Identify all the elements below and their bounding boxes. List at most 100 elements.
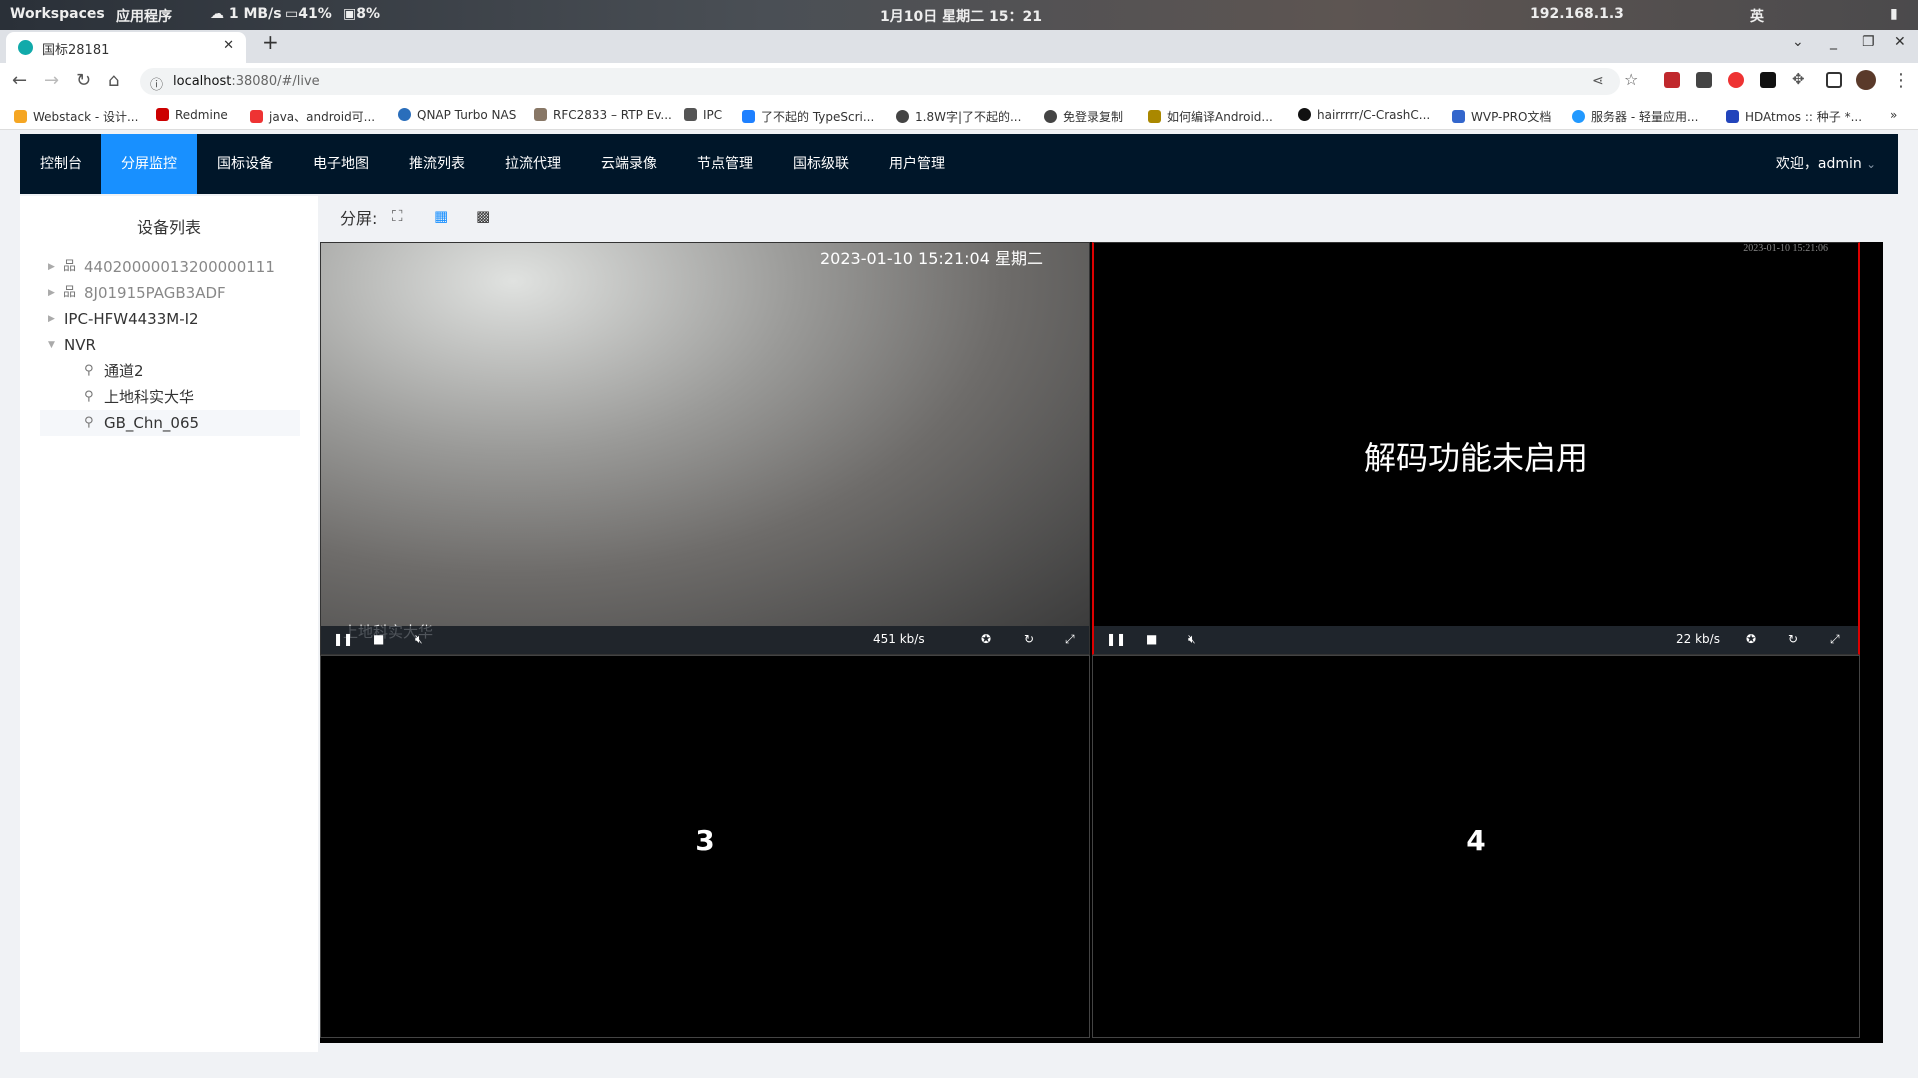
extension-icon[interactable] [1760, 72, 1776, 88]
tree-node-device[interactable]: ▶ 品 8J01915PAGB3ADF [40, 280, 300, 306]
bookmark[interactable]: Webstack - 设计... [14, 108, 138, 125]
bookmark[interactable]: 1.8W字|了不起的... [896, 108, 1021, 125]
slot-number: 4 [1466, 824, 1486, 857]
caret-right-icon[interactable]: ▶ [48, 280, 55, 306]
battery-icon: ▮ [1890, 6, 1898, 22]
new-tab-button[interactable]: + [262, 30, 279, 54]
puzzle-icon[interactable]: ✥ [1792, 70, 1805, 88]
extension-icon[interactable] [1696, 72, 1712, 88]
more-bookmarks-button[interactable]: » [1890, 108, 1897, 122]
bookmark[interactable]: hairrrrr/C-CrashC... [1298, 108, 1430, 122]
menu-icon[interactable]: ⋮ [1892, 70, 1910, 91]
bookmark[interactable]: java、android可... [250, 108, 375, 125]
site-info-icon[interactable]: ⓘ [150, 74, 163, 93]
nav-node-manage[interactable]: 节点管理 [677, 134, 773, 194]
bookmark[interactable]: 了不起的 TypeScri... [742, 108, 874, 125]
minimize-button[interactable]: _ [1830, 34, 1837, 50]
video-grid: 2023-01-10 15:21:04 星期二 上地科实大华 ❚❚ ■ 🔇︎ 4… [320, 242, 1883, 1043]
mute-icon[interactable]: 🔇︎ [415, 632, 423, 647]
bitrate: 451 kb/s [873, 632, 925, 646]
back-icon[interactable]: ← [12, 70, 27, 91]
stop-icon[interactable]: ■ [1146, 632, 1157, 646]
nav-console[interactable]: 控制台 [20, 134, 102, 194]
nav-map[interactable]: 电子地图 [293, 134, 389, 194]
reload-icon[interactable]: ↻ [76, 70, 91, 91]
player-2[interactable]: 2023-01-10 15:21:06 解码功能未启用 ❚❚ ■ 🔇︎ 22 k… [1092, 242, 1860, 655]
pause-icon[interactable]: ❚❚ [1106, 632, 1126, 646]
player-4[interactable]: 4 [1092, 655, 1860, 1038]
cpu-usage: ▭41% [285, 6, 332, 22]
nav-user-manage[interactable]: 用户管理 [869, 134, 965, 194]
home-icon[interactable]: ⌂ [108, 70, 119, 91]
camera-icon: ⚲ [84, 363, 94, 378]
bookmark-folder[interactable]: IPC [684, 108, 722, 122]
player-3[interactable]: 3 [320, 655, 1090, 1038]
tree-node-channel[interactable]: ⚲ 上地科实大华 [40, 384, 300, 410]
bookmark[interactable]: QNAP Turbo NAS [398, 108, 516, 122]
refresh-icon[interactable]: ↻ [1024, 632, 1034, 646]
browser-tab[interactable]: 国标28181 ✕ [6, 32, 246, 63]
screenshot-icon[interactable]: ✪ [981, 632, 991, 646]
address-toolbar: ← → ↻ ⌂ ⓘ localhost:38080/#/live ⋖ ☆ ✥ ⋮ [0, 63, 1918, 100]
bookmark[interactable]: WVP-PRO文档 [1452, 108, 1551, 125]
camera-icon: ⚲ [84, 389, 94, 404]
bookmark[interactable]: Redmine [156, 108, 228, 122]
fullscreen-icon[interactable]: ⤢ [1830, 632, 1840, 647]
mute-icon[interactable]: 🔇︎ [1188, 632, 1196, 647]
bookmark[interactable]: HDAtmos :: 种子 *... [1726, 108, 1862, 125]
nav-push-list[interactable]: 推流列表 [389, 134, 485, 194]
tree-node-channel[interactable]: ⚲ GB_Chn_065 [40, 410, 300, 436]
caret-right-icon[interactable]: ▶ [48, 306, 55, 332]
split-9-icon[interactable]: ▩ [476, 207, 490, 225]
tab-search-icon[interactable]: ⌄ [1792, 34, 1804, 50]
apps-menu[interactable]: 应用程序 [116, 6, 172, 26]
pause-icon[interactable]: ❚❚ [333, 632, 353, 646]
network-icon: 品 [63, 285, 77, 300]
refresh-icon[interactable]: ↻ [1788, 632, 1798, 646]
side-panel-icon[interactable] [1826, 72, 1842, 88]
share-icon[interactable]: ⋖ [1592, 73, 1604, 89]
stop-icon[interactable]: ■ [373, 632, 384, 646]
split-toolbar: 分屏: ⛶ ▦ ▩ [340, 205, 490, 229]
bookmark[interactable]: 如何编译Android... [1148, 108, 1273, 125]
tree-node-device[interactable]: ▼ NVR [40, 332, 300, 358]
split-1-icon[interactable]: ⛶ [392, 207, 403, 225]
caret-down-icon[interactable]: ▼ [48, 332, 55, 358]
tree-node-device[interactable]: ▶ IPC-HFW4433M-I2 [40, 306, 300, 332]
ip-address: 192.168.1.3 [1530, 6, 1624, 22]
bookmark[interactable]: RFC2833 – RTP Ev... [534, 108, 672, 122]
bitrate: 22 kb/s [1676, 632, 1720, 646]
nav-gb-devices[interactable]: 国标设备 [197, 134, 293, 194]
screenshot-icon[interactable]: ✪ [1746, 632, 1756, 646]
profile-avatar[interactable] [1856, 70, 1876, 90]
fullscreen-icon[interactable]: ⤢ [1065, 632, 1075, 647]
js-extension-icon[interactable] [1664, 72, 1680, 88]
nav-cloud-record[interactable]: 云端录像 [581, 134, 677, 194]
player-1[interactable]: 2023-01-10 15:21:04 星期二 上地科实大华 ❚❚ ■ 🔇︎ 4… [320, 242, 1090, 655]
slot-number: 3 [695, 824, 715, 857]
workspaces-menu[interactable]: Workspaces [10, 6, 105, 22]
url-text: localhost:38080/#/live [173, 74, 320, 89]
favicon-icon [18, 40, 33, 55]
net-speed: ☁ 1 MB/s [210, 6, 282, 22]
nav-cascade[interactable]: 国标级联 [773, 134, 869, 194]
forward-icon[interactable]: → [44, 70, 59, 91]
camera-icon: ⚲ [84, 415, 94, 430]
split-4-icon[interactable]: ▦ [434, 207, 448, 225]
ime-indicator[interactable]: 英 [1750, 6, 1764, 26]
close-window-button[interactable]: ✕ [1894, 34, 1906, 50]
bookmark[interactable]: 服务器 - 轻量应用... [1572, 108, 1698, 125]
caret-right-icon[interactable]: ▶ [48, 254, 55, 280]
restore-button[interactable]: ❐ [1862, 34, 1875, 50]
tab-title: 国标28181 [42, 43, 110, 58]
tree-node-device[interactable]: ▶ 品 44020000013200000111 [40, 254, 300, 280]
nav-pull-proxy[interactable]: 拉流代理 [485, 134, 581, 194]
bookmark[interactable]: 免登录复制 [1044, 108, 1123, 125]
tree-node-channel[interactable]: ⚲ 通道2 [40, 358, 300, 384]
bookmark-star-icon[interactable]: ☆ [1624, 70, 1638, 89]
nav-split-monitor[interactable]: 分屏监控 [101, 134, 197, 194]
url-input[interactable]: ⓘ localhost:38080/#/live [140, 68, 1620, 95]
blocker-extension-icon[interactable] [1728, 72, 1744, 88]
user-menu[interactable]: 欢迎，admin ⌄ [1776, 134, 1876, 194]
close-tab-icon[interactable]: ✕ [223, 38, 234, 53]
